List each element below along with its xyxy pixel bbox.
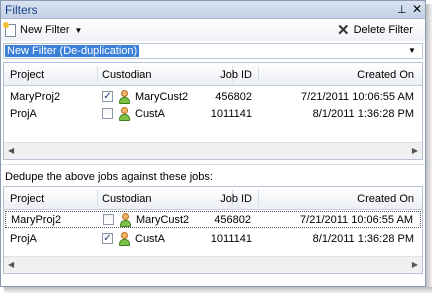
delete-filter-button[interactable]: ✕ Delete Filter xyxy=(337,22,413,39)
panel-shadow-bottom xyxy=(4,287,432,293)
filters-panel: Filters ⊥ ✕ New Filter ▼ ✕ Delete Filter… xyxy=(0,0,426,287)
column-header-project[interactable]: Project xyxy=(10,69,44,81)
horizontal-scrollbar[interactable]: ◀ ▶ xyxy=(4,256,422,273)
person-icon xyxy=(118,107,130,121)
custodian-checkbox[interactable] xyxy=(102,108,113,119)
column-header-created-on[interactable]: Created On xyxy=(357,69,414,81)
scroll-right-icon[interactable]: ▶ xyxy=(412,260,418,269)
scroll-right-icon[interactable]: ▶ xyxy=(412,146,418,155)
new-filter-button[interactable]: New Filter ▼ xyxy=(3,21,83,38)
custodian-checkbox[interactable]: ✓ xyxy=(102,233,113,244)
cell-custodian: MaryCust2 xyxy=(135,91,189,103)
cell-project: MaryProj2 xyxy=(10,91,61,103)
cell-created-on: 7/21/2011 10:06:55 AM xyxy=(301,91,414,103)
table-row[interactable]: ProjA CustA 1011141 8/1/2011 1:36:28 PM xyxy=(4,106,422,123)
column-header-project[interactable]: Project xyxy=(10,193,44,205)
delete-x-icon: ✕ xyxy=(337,22,350,39)
pin-icon[interactable]: ⊥ xyxy=(397,3,407,16)
chevron-down-icon[interactable]: ▼ xyxy=(75,26,83,35)
panel-shadow-right xyxy=(426,4,432,291)
panel-titlebar: Filters ⊥ ✕ xyxy=(1,1,425,19)
horizontal-scrollbar[interactable]: ◀ ▶ xyxy=(4,142,422,159)
cell-job-id: 1011141 xyxy=(210,233,252,245)
cell-job-id: 1011141 xyxy=(210,108,252,120)
jobs-grid[interactable]: Project Custodian Job ID Created On Mary… xyxy=(3,62,423,160)
scroll-left-icon[interactable]: ◀ xyxy=(8,260,14,269)
cell-created-on: 8/1/2011 1:36:28 PM xyxy=(312,108,414,120)
table-row[interactable]: MaryProj2 MaryCust2 456802 7/21/2011 10:… xyxy=(5,211,421,228)
jobs-grid-header: Project Custodian Job ID Created On xyxy=(4,63,422,86)
column-header-job-id[interactable]: Job ID xyxy=(220,193,252,205)
cell-project: ProjA xyxy=(10,108,37,120)
column-separator[interactable] xyxy=(258,190,259,206)
delete-filter-label: Delete Filter xyxy=(353,24,413,36)
table-row[interactable]: ProjA ✓ CustA 1011141 8/1/2011 1:36:28 P… xyxy=(4,231,422,248)
custodian-checkbox[interactable] xyxy=(103,214,114,225)
cell-created-on: 8/1/2011 1:36:28 PM xyxy=(312,233,414,245)
custodian-checkbox[interactable]: ✓ xyxy=(102,91,113,102)
column-header-created-on[interactable]: Created On xyxy=(357,193,414,205)
panel-splitter[interactable] xyxy=(1,164,425,167)
new-document-icon xyxy=(3,21,16,37)
column-separator[interactable] xyxy=(258,66,259,82)
person-icon xyxy=(119,213,131,227)
panel-title: Filters xyxy=(5,3,38,17)
new-filter-label: New Filter xyxy=(20,24,70,36)
filters-toolbar: New Filter ▼ ✕ Delete Filter xyxy=(1,19,425,41)
person-icon xyxy=(118,90,130,104)
column-header-job-id[interactable]: Job ID xyxy=(220,69,252,81)
table-row[interactable]: MaryProj2 ✓ MaryCust2 456802 7/21/2011 1… xyxy=(4,89,422,106)
filter-select[interactable]: New Filter (De-duplication) ▼ xyxy=(3,43,423,59)
person-icon xyxy=(118,232,130,246)
dedupe-caption: Dedupe the above jobs against these jobs… xyxy=(5,171,213,183)
cell-project: ProjA xyxy=(10,233,37,245)
cell-custodian: CustA xyxy=(135,108,165,120)
cell-project: MaryProj2 xyxy=(11,214,62,226)
cell-custodian: CustA xyxy=(135,233,165,245)
close-icon[interactable]: ✕ xyxy=(412,2,422,16)
column-header-custodian[interactable]: Custodian xyxy=(102,193,152,205)
chevron-down-icon[interactable]: ▼ xyxy=(408,46,416,55)
cell-job-id: 456802 xyxy=(215,91,252,103)
column-header-custodian[interactable]: Custodian xyxy=(102,69,152,81)
cell-job-id: 456802 xyxy=(214,214,251,226)
column-separator[interactable] xyxy=(97,66,98,82)
cell-custodian: MaryCust2 xyxy=(136,214,190,226)
dedupe-target-grid[interactable]: Project Custodian Job ID Created On Mary… xyxy=(3,186,423,274)
filter-select-value: New Filter (De-duplication) xyxy=(5,45,140,57)
dedupe-grid-header: Project Custodian Job ID Created On xyxy=(4,187,422,210)
column-separator[interactable] xyxy=(97,190,98,206)
cell-created-on: 7/21/2011 10:06:55 AM xyxy=(300,214,413,226)
scroll-left-icon[interactable]: ◀ xyxy=(8,146,14,155)
